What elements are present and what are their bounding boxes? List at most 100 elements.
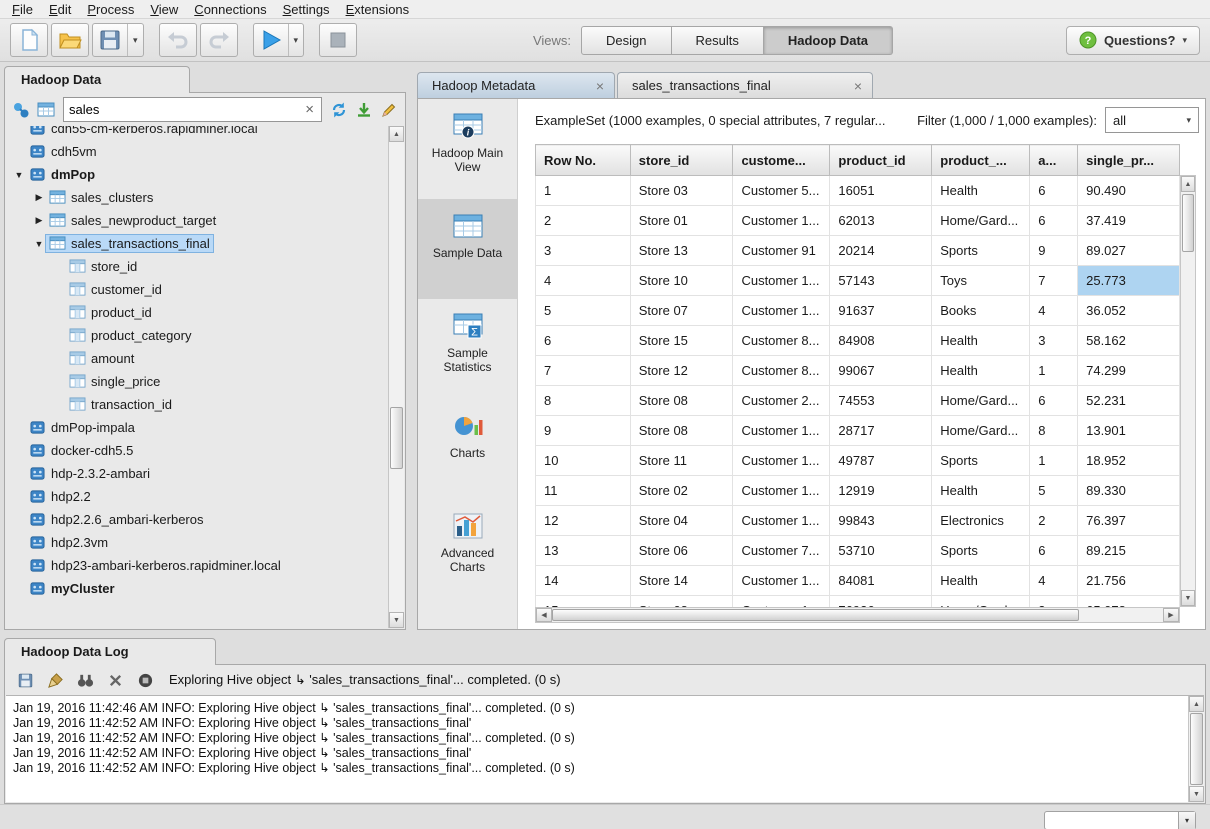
tree-item-dmpop[interactable]: dmPop <box>6 163 388 186</box>
table-cell[interactable]: 4 <box>536 266 631 296</box>
table-cell[interactable]: Store 02 <box>630 476 733 506</box>
tree-item-mycluster[interactable]: myCluster <box>6 577 388 600</box>
table-cell[interactable]: 1 <box>1030 446 1078 476</box>
table-cell[interactable]: Customer 1... <box>733 476 830 506</box>
table-cell[interactable]: 4 <box>1030 296 1078 326</box>
table-cell[interactable]: Store 11 <box>630 446 733 476</box>
table-cell[interactable]: 76.397 <box>1078 506 1180 536</box>
menu-view[interactable]: View <box>142 1 186 18</box>
new-table-button[interactable] <box>36 100 56 120</box>
table-cell[interactable]: 89.330 <box>1078 476 1180 506</box>
table-cell[interactable]: 9 <box>536 416 631 446</box>
table-cell[interactable]: Store 08 <box>630 416 733 446</box>
table-cell[interactable]: Customer 8... <box>733 356 830 386</box>
table-cell[interactable]: Sports <box>932 446 1030 476</box>
table-cell[interactable]: Customer 1... <box>733 296 830 326</box>
tab-hadoop-metadata[interactable]: Hadoop Metadata <box>417 72 615 98</box>
table-cell[interactable]: Customer 1... <box>733 596 830 608</box>
expand-arrow-icon[interactable] <box>32 192 46 203</box>
table-cell[interactable]: 6 <box>1030 386 1078 416</box>
tree-item-hdp-2-3-2-ambari[interactable]: hdp-2.3.2-ambari <box>6 462 388 485</box>
table-cell[interactable]: Customer 91 <box>733 236 830 266</box>
tree-item-sales-newproduct-target[interactable]: sales_newproduct_target <box>6 209 388 232</box>
table-cell[interactable]: Customer 1... <box>733 416 830 446</box>
table-cell[interactable]: 7 <box>536 356 631 386</box>
dropdown-caret-icon[interactable] <box>1178 812 1195 829</box>
table-cell[interactable]: Home/Gard... <box>932 596 1030 608</box>
sidebar-item-sample-statistics[interactable]: ΣSample Statistics <box>418 299 517 399</box>
undo-button[interactable] <box>159 23 197 57</box>
table-cell[interactable]: Customer 7... <box>733 536 830 566</box>
tree-item-product-category[interactable]: product_category <box>6 324 388 347</box>
table-cell[interactable]: 52.231 <box>1078 386 1180 416</box>
table-cell[interactable]: 76926 <box>830 596 932 608</box>
menu-extensions[interactable]: Extensions <box>338 1 418 18</box>
dropdown-caret-icon[interactable] <box>288 24 299 56</box>
tree-scrollbar-thumb[interactable] <box>390 407 403 469</box>
tree-item-single-price[interactable]: single_price <box>6 370 388 393</box>
tab-hadoop-data[interactable]: Hadoop Data <box>4 66 190 93</box>
table-cell[interactable]: 99067 <box>830 356 932 386</box>
table-cell[interactable]: 2 <box>536 206 631 236</box>
table-cell[interactable]: 53710 <box>830 536 932 566</box>
column-header-single-pr[interactable]: single_pr... <box>1078 145 1180 176</box>
table-cell[interactable]: Store 13 <box>630 236 733 266</box>
table-cell[interactable]: 36.052 <box>1078 296 1180 326</box>
sidebar-item-sample-data[interactable]: Sample Data <box>418 199 517 299</box>
table-cell[interactable]: 5 <box>1030 476 1078 506</box>
table-cell[interactable]: Customer 2... <box>733 386 830 416</box>
table-cell[interactable]: 74.299 <box>1078 356 1180 386</box>
menu-edit[interactable]: Edit <box>41 1 79 18</box>
scroll-down-icon[interactable] <box>1189 786 1204 802</box>
sidebar-item-advanced-charts[interactable]: Advanced Charts <box>418 499 517 599</box>
run-button[interactable] <box>253 23 305 57</box>
expand-arrow-icon[interactable] <box>32 215 46 226</box>
table-cell[interactable]: 6 <box>536 326 631 356</box>
table-cell[interactable]: Store 10 <box>630 266 733 296</box>
column-header-product-id[interactable]: product_id <box>830 145 932 176</box>
table-cell[interactable]: 7 <box>1030 266 1078 296</box>
filter-select[interactable]: all <box>1105 107 1199 133</box>
tree-item-hdp2-3vm[interactable]: hdp2.3vm <box>6 531 388 554</box>
table-cell[interactable]: 4 <box>1030 566 1078 596</box>
table-cell[interactable]: Health <box>932 476 1030 506</box>
table-cell[interactable]: Store 04 <box>630 506 733 536</box>
table-cell[interactable]: 57143 <box>830 266 932 296</box>
table-cell[interactable]: Toys <box>932 266 1030 296</box>
table-cell[interactable]: 84908 <box>830 326 932 356</box>
table-cell[interactable]: 12919 <box>830 476 932 506</box>
table-cell[interactable]: Customer 1... <box>733 206 830 236</box>
redo-button[interactable] <box>200 23 238 57</box>
table-cell[interactable]: Customer 1... <box>733 566 830 596</box>
questions-button[interactable]: ? Questions? <box>1066 26 1200 55</box>
stop-button[interactable] <box>319 23 357 57</box>
table-cell[interactable]: Home/Gard... <box>932 206 1030 236</box>
save-process-button[interactable] <box>92 23 144 57</box>
table-cell[interactable]: Customer 1... <box>733 266 830 296</box>
table-cell[interactable]: 99843 <box>830 506 932 536</box>
import-button[interactable] <box>354 100 374 120</box>
manage-connections-button[interactable] <box>11 100 31 120</box>
column-header-custome[interactable]: custome... <box>733 145 830 176</box>
scroll-down-icon[interactable] <box>389 612 404 628</box>
tree-scrollbar[interactable] <box>388 126 404 628</box>
close-tab-icon[interactable] <box>854 79 862 93</box>
table-cell[interactable]: Books <box>932 296 1030 326</box>
tree-item-amount[interactable]: amount <box>6 347 388 370</box>
view-button-design[interactable]: Design <box>581 26 671 55</box>
table-cell[interactable]: 12 <box>536 506 631 536</box>
table-cell[interactable]: Store 14 <box>630 566 733 596</box>
table-cell[interactable]: 16051 <box>830 176 932 206</box>
table-cell[interactable]: Customer 5... <box>733 176 830 206</box>
table-cell[interactable]: 6 <box>1030 536 1078 566</box>
table-cell[interactable]: Store 12 <box>630 356 733 386</box>
log-scrollbar-thumb[interactable] <box>1190 713 1203 785</box>
clear-log-button[interactable] <box>45 670 65 690</box>
tree-item-cdh55-cm-kerberos-rapidminer-local[interactable]: cdh55-cm-kerberos.rapidminer.local <box>6 126 388 140</box>
tree-item-dmpop-impala[interactable]: dmPop-impala <box>6 416 388 439</box>
close-tab-icon[interactable] <box>596 79 604 93</box>
tree-item-hdp2-2-6-ambari-kerberos[interactable]: hdp2.2.6_ambari-kerberos <box>6 508 388 531</box>
tree-item-customer-id[interactable]: customer_id <box>6 278 388 301</box>
table-cell[interactable]: Store 08 <box>630 386 733 416</box>
table-cell[interactable]: Home/Gard... <box>932 386 1030 416</box>
